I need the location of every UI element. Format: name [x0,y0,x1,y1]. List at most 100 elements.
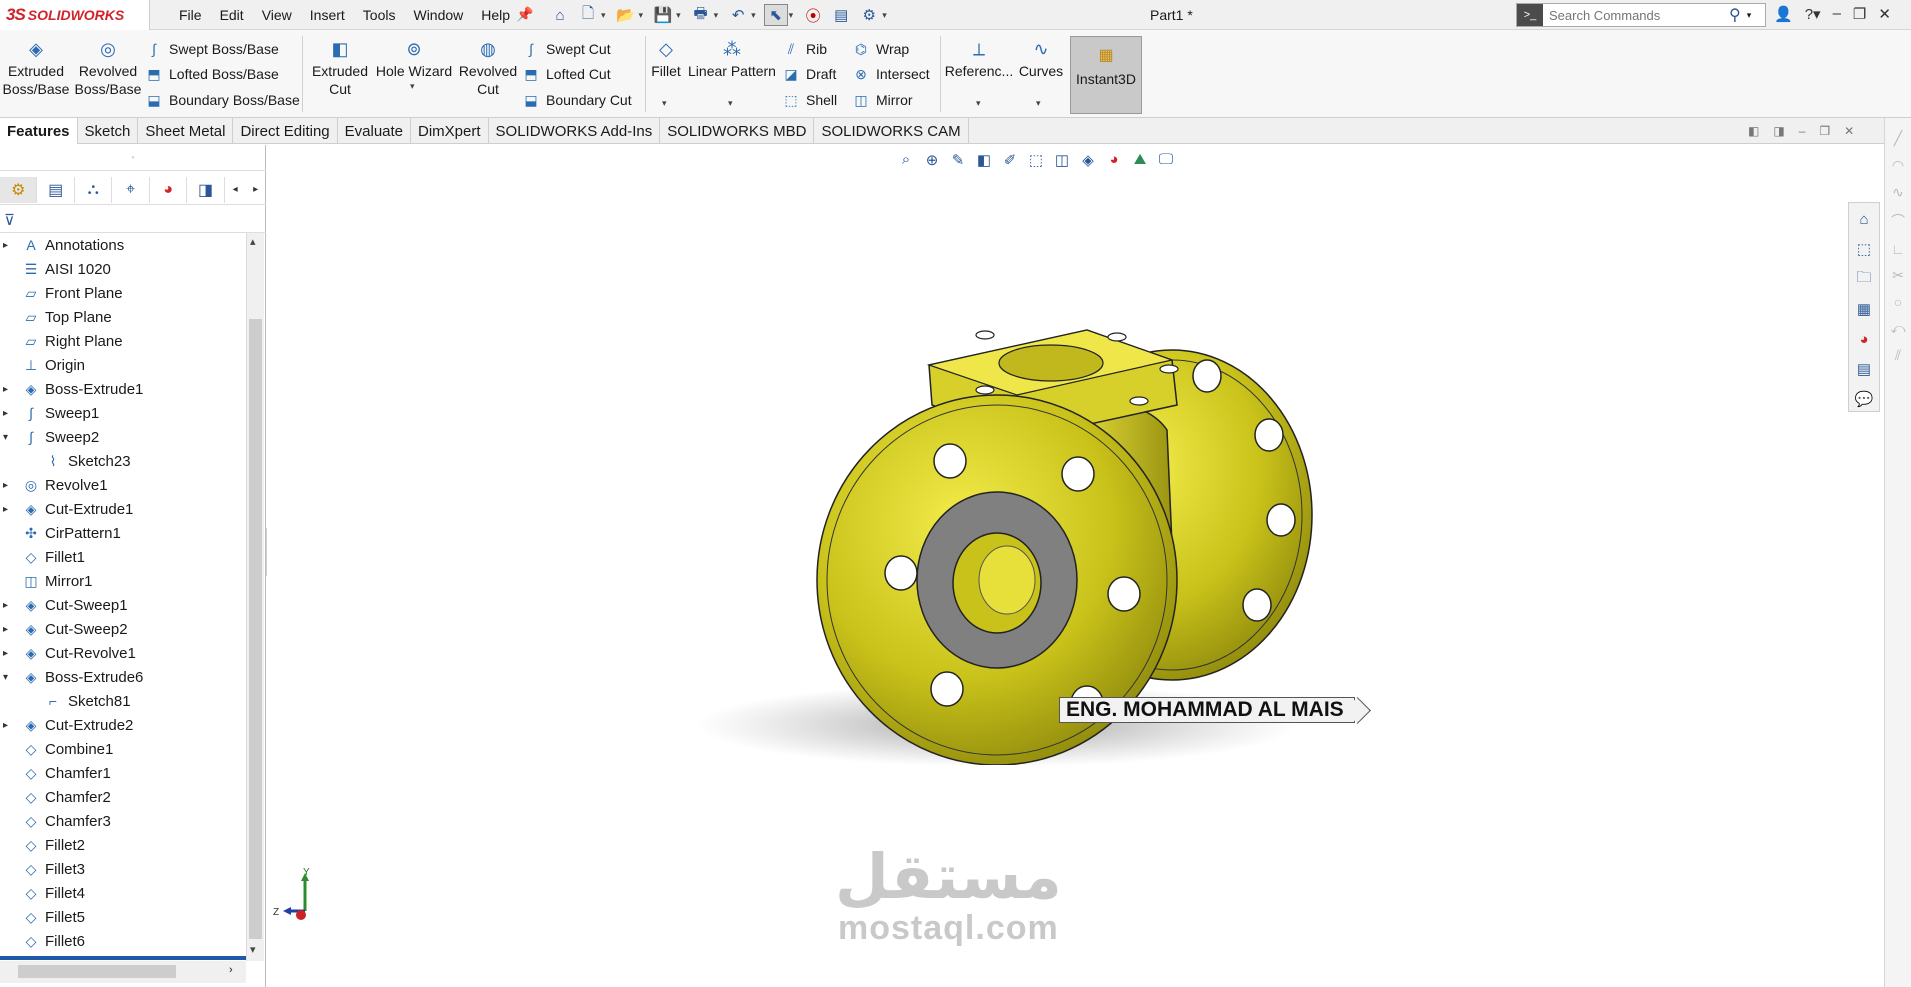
revolved-cut-button[interactable]: ◍ Revolved Cut [456,38,520,98]
filter-icon[interactable]: ⊽ [0,207,266,233]
undo-caret-icon[interactable]: ▾ [751,10,756,21]
design-library-icon[interactable]: ⬚ [1852,237,1876,261]
tree-item[interactable]: ▸ ◈ Cut-Extrude2 [0,713,246,737]
scroll-up-icon[interactable]: ▴ [250,235,256,248]
panel-grip[interactable]: ◦ [0,145,266,171]
fillet-button[interactable]: ◇ Fillet [648,38,684,80]
apply-scene-icon[interactable]: ⛰ [1129,151,1151,169]
open-folder-icon[interactable]: 📂 [614,4,638,26]
tree-item[interactable]: ☰ AISI 1020 [0,257,246,281]
menu-window[interactable]: Window [404,7,472,23]
sketch-line-icon[interactable]: ╱ [1894,130,1902,147]
tree-expand-icon[interactable]: ▸ [3,408,13,419]
split-left-icon[interactable]: ◧ [1748,124,1759,138]
tree-item[interactable]: ⊥ Origin [0,353,246,377]
tree-item[interactable]: ▸ ◈ Cut-Sweep2 [0,617,246,641]
tree-item[interactable]: ◇ Fillet4 [0,881,246,905]
appearances-scenes-icon[interactable]: ◕ [1852,327,1876,351]
tab-sketch[interactable]: Sketch [78,118,139,144]
menu-help[interactable]: Help [472,7,519,23]
user-icon[interactable]: 👤 [1774,5,1793,23]
rebuild-traffic-light-icon[interactable]: ⦿ [801,4,825,26]
dimxpert-manager-tab-icon[interactable]: ⌖ [112,176,150,203]
tree-item[interactable]: ◇ Fillet5 [0,905,246,929]
extruded-cut-button[interactable]: ◧ Extruded Cut [308,38,372,98]
display-style-icon[interactable]: ◫ [1051,151,1073,169]
sketch-arc-icon[interactable]: ◠ [1892,157,1904,174]
tree-item[interactable]: ▸ ◈ Cut-Sweep1 [0,593,246,617]
sketch-offset-icon[interactable]: ⫽ [1895,347,1901,364]
instant3d-button[interactable]: ▦ Instant3D [1070,36,1142,114]
scroll-down-icon[interactable]: ▾ [250,943,256,956]
solidworks-logo[interactable]: 3S SOLIDWORKS [0,0,150,30]
tree-expand-icon[interactable]: ▾ [3,432,13,443]
valve-part-model[interactable] [667,245,1387,765]
linear-pattern-caret-icon[interactable]: ▾ [728,98,733,109]
undo-icon[interactable]: ↶ [726,4,750,26]
tree-horizontal-scrollbar[interactable]: › [0,961,246,983]
menu-insert[interactable]: Insert [301,7,354,23]
tree-expand-icon[interactable]: ▸ [3,720,13,731]
options-gear-icon[interactable]: ⚙ [857,4,881,26]
lofted-boss-button[interactable]: ⬒ Lofted Boss/Base [145,65,278,83]
tree-vertical-scrollbar[interactable]: ▴ ▾ [246,233,264,961]
print-icon[interactable]: 🖶 [689,4,713,26]
tab-evaluate[interactable]: Evaluate [338,118,412,144]
save-caret-icon[interactable]: ▾ [676,10,681,21]
lofted-cut-button[interactable]: ⬒ Lofted Cut [522,65,610,83]
tree-item[interactable]: ◇ Fillet1 [0,545,246,569]
restore-icon[interactable]: ❐ [1853,5,1866,23]
view-settings-icon[interactable]: 🖵 [1155,151,1177,169]
scroll-thumb[interactable] [249,319,262,939]
configuration-manager-tab-icon[interactable]: ⛬ [75,176,113,203]
draft-button[interactable]: ◪ Draft [782,65,836,83]
rollback-bar[interactable] [0,956,246,960]
hole-wizard-button[interactable]: ⊚ Hole Wizard [374,38,454,80]
tab-solidworks-mbd[interactable]: SOLIDWORKS MBD [660,118,815,144]
property-manager-tab-icon[interactable]: ▤ [37,176,75,203]
display-manager-tab-icon[interactable]: ◕ [150,176,188,203]
sketch-curve-icon[interactable]: ⌒ [1891,211,1905,231]
tree-expand-icon[interactable]: ▸ [3,600,13,611]
open-caret-icon[interactable]: ▾ [639,10,644,21]
curves-caret-icon[interactable]: ▾ [1036,98,1041,109]
cam-manager-tab-icon[interactable]: ◨ [187,176,225,203]
rib-button[interactable]: ⫽ Rib [782,40,827,58]
search-commands-input[interactable] [1543,7,1723,23]
zoom-to-fit-icon[interactable]: ⌕ [895,151,917,169]
tree-expand-icon[interactable]: ▾ [3,672,13,683]
solidworks-forum-icon[interactable]: 💬 [1852,387,1876,411]
graphics-area[interactable]: ⌕ ⊕ ✎ ◧ ✐ ⬚ ◫ ◈ ◕ ⛰ 🖵 ENG. MOHAMMAD AL M… [267,145,1884,987]
linear-pattern-button[interactable]: ⁂ Linear Pattern [686,38,778,80]
save-icon[interactable]: 💾 [651,4,675,26]
zoom-to-area-icon[interactable]: ⊕ [921,151,943,169]
annotation-note[interactable]: ENG. MOHAMMAD AL MAIS [1059,697,1355,723]
split-right-icon[interactable]: ◨ [1773,124,1784,138]
intersect-button[interactable]: ⊗ Intersect [852,65,930,83]
tree-item[interactable]: ◫ Mirror1 [0,569,246,593]
tree-item[interactable]: ◇ Chamfer2 [0,785,246,809]
hole-wizard-caret-icon[interactable]: ▾ [410,81,415,92]
tree-item[interactable]: ▱ Right Plane [0,329,246,353]
tree-item[interactable]: ⌇ Sketch23 [0,449,246,473]
file-properties-icon[interactable]: ▤ [829,4,853,26]
curves-button[interactable]: ∿ Curves [1016,38,1066,80]
shell-button[interactable]: ⬚ Shell [782,91,837,109]
view-palette-icon[interactable]: ▦ [1852,297,1876,321]
panel-scroll-right-icon[interactable]: ▸ [245,177,266,203]
tree-item[interactable]: ▸ ◈ Cut-Extrude1 [0,497,246,521]
view-orientation-icon[interactable]: ⬚ [1025,151,1047,169]
scroll-right-icon[interactable]: › [229,964,233,976]
previous-view-icon[interactable]: ✎ [947,151,969,169]
tree-expand-icon[interactable]: ▸ [3,240,13,251]
tab-direct-editing[interactable]: Direct Editing [233,118,338,144]
search-commands-box[interactable]: >_ ⚲ ▾ [1516,3,1766,27]
close-icon[interactable]: ✕ [1878,5,1891,23]
tree-item[interactable]: ▱ Front Plane [0,281,246,305]
sketch-spline-icon[interactable]: ∿ [1892,184,1904,201]
pin-menu-icon[interactable]: 📌 [516,6,533,23]
minimize-icon[interactable]: – [1833,5,1841,23]
help-icon[interactable]: ?▾ [1805,5,1821,23]
tree-item[interactable]: ✣ CirPattern1 [0,521,246,545]
tree-item[interactable]: ◇ Chamfer1 [0,761,246,785]
